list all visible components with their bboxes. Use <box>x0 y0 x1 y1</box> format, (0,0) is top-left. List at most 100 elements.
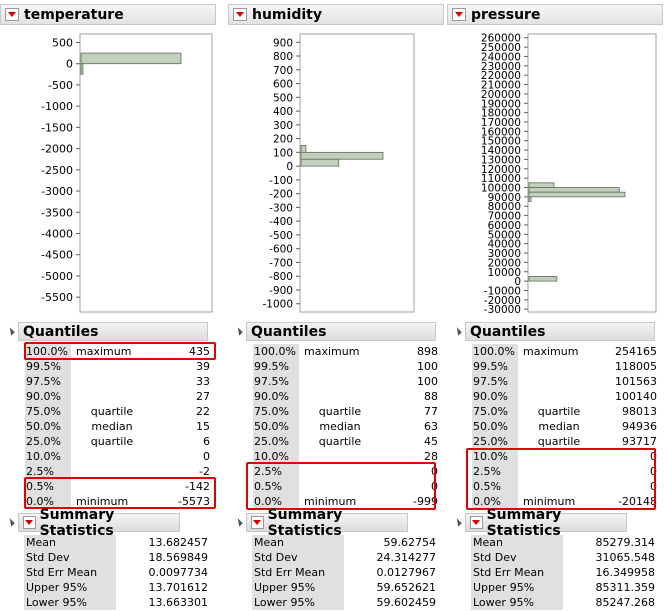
summary-header[interactable]: Summary Statistics <box>453 507 627 539</box>
axis-tick-label: -5000 <box>41 270 73 283</box>
axis-tick-label: 0 <box>66 58 73 71</box>
quantile-value: 6 <box>203 435 210 448</box>
quantile-percent: 99.5% <box>472 359 518 374</box>
quantile-value: 100140 <box>615 390 657 403</box>
summary-label: Std Err Mean <box>252 565 344 580</box>
disclosure-triangle-icon[interactable] <box>234 327 243 336</box>
quantile-percent: 97.5% <box>25 374 71 389</box>
quantile-row: 10.0% 0 <box>471 449 661 464</box>
axis-tick-label: 400 <box>273 106 293 118</box>
quantile-value: 94936 <box>622 420 657 433</box>
quantile-label: quartile <box>90 435 134 448</box>
quantile-percent: 25.0% <box>253 434 299 449</box>
quantile-row: 99.5% 118005 <box>471 359 661 374</box>
quantile-label: quartile <box>537 435 581 448</box>
disclosure-triangle-icon[interactable] <box>234 518 243 527</box>
quantile-row: 97.5% 101563 <box>471 374 661 389</box>
column-humidity: humidity 900 800 700 600 500 400 300 200 100 0 -10… <box>228 0 448 611</box>
variable-title: temperature <box>24 6 124 23</box>
quantiles-header[interactable]: Quantiles <box>234 322 436 341</box>
quantile-label: median <box>91 420 133 433</box>
summary-value: 59.602459 <box>376 596 437 609</box>
summary-row: Std Err Mean 0.0127967 <box>252 565 442 580</box>
quantiles-title: Quantiles <box>470 323 546 340</box>
quantile-row: 2.5% 0 <box>252 464 442 479</box>
red-triangle-menu-icon[interactable] <box>233 8 247 21</box>
variable-header: pressure <box>447 4 663 25</box>
quantile-value: 39 <box>196 360 210 373</box>
disclosure-triangle-icon[interactable] <box>6 327 15 336</box>
red-triangle-menu-icon[interactable] <box>5 8 19 21</box>
summary-value: 13.682457 <box>148 536 209 549</box>
histogram-bar <box>300 151 384 160</box>
axis-tick-label: -500 <box>48 79 73 92</box>
summary-value: 24.314277 <box>376 551 437 564</box>
summary-title: Summary Statistics <box>39 506 115 539</box>
summary-value: 13.663301 <box>148 596 209 609</box>
quantile-value: 28 <box>424 450 438 463</box>
summary-label: Upper 95% Mean <box>471 580 563 609</box>
quantile-row: 25.0% quartile 6 <box>24 434 214 449</box>
histogram-bar <box>300 145 307 153</box>
quantile-row: 2.5% 0 <box>471 464 661 479</box>
axis-tick-label: 500 <box>52 36 73 49</box>
red-triangle-menu-icon[interactable] <box>23 516 36 529</box>
summary-row: Std Dev 18.569849 <box>24 550 214 565</box>
quantiles-table: 100.0% maximum 435 99.5% 39 97.5% 33 90.0% 27 75.… <box>24 344 214 509</box>
quantile-label: quartile <box>318 435 362 448</box>
summary-row: Mean 59.62754 <box>252 535 442 550</box>
quantile-row: 90.0% 88 <box>252 389 442 404</box>
quantile-percent: 2.5% <box>25 464 71 479</box>
disclosure-triangle-icon[interactable] <box>453 327 462 336</box>
quantile-value: 100 <box>417 360 438 373</box>
variable-title: humidity <box>252 6 322 23</box>
axis-tick-label: -1500 <box>41 121 73 134</box>
summary-value: 13.701612 <box>148 581 209 594</box>
variable-header: temperature <box>0 4 216 25</box>
quantile-row: 0.5% 0 <box>252 479 442 494</box>
quantile-label: quartile <box>537 405 581 418</box>
histogram-bar <box>528 187 620 193</box>
quantile-value: 27 <box>196 390 210 403</box>
axis-tick-label: -900 <box>269 285 293 297</box>
summary-row: Mean 85279.314 <box>471 535 661 550</box>
red-triangle-menu-icon[interactable] <box>470 516 483 529</box>
quantile-percent: 2.5% <box>253 464 299 479</box>
summary-row: Std Dev 31065.548 <box>471 550 661 565</box>
summary-header[interactable]: Summary Statistics <box>6 507 180 539</box>
quantile-percent: 25.0% <box>25 434 71 449</box>
quantile-row: 100.0% maximum 254165 <box>471 344 661 359</box>
summary-header[interactable]: Summary Statistics <box>234 507 408 539</box>
axis-tick-label: -2500 <box>41 164 73 177</box>
axis-tick-label: -200 <box>269 189 293 201</box>
disclosure-triangle-icon[interactable] <box>6 518 15 527</box>
red-triangle-menu-icon[interactable] <box>452 8 466 21</box>
axis-tick-label: -800 <box>269 271 293 283</box>
red-triangle-menu-icon[interactable] <box>251 516 264 529</box>
quantile-percent: 10.0% <box>253 449 299 464</box>
plot-frame <box>79 33 213 313</box>
quantile-value: -2 <box>199 465 210 478</box>
quantile-value: 77 <box>424 405 438 418</box>
histogram-bar <box>528 182 555 188</box>
quantile-percent: 50.0% <box>253 419 299 434</box>
quantile-label: quartile <box>318 405 362 418</box>
quantiles-header[interactable]: Quantiles <box>453 322 655 341</box>
axis-tick-label: 100 <box>273 147 293 159</box>
histogram-temperature: 500 0 -500 -1000 -1500 -2000 -2500 -3000 -3500 -4… <box>41 33 213 313</box>
variable-title: pressure <box>471 6 541 23</box>
quantiles-header[interactable]: Quantiles <box>6 322 208 341</box>
summary-row: Lower 95% Mean 59.602459 <box>252 595 442 610</box>
quantile-value: 0 <box>650 450 657 463</box>
quantile-row: 0.5% 0 <box>471 479 661 494</box>
disclosure-triangle-icon[interactable] <box>453 518 462 527</box>
quantile-value: 101563 <box>615 375 657 388</box>
quantile-label: median <box>538 420 580 433</box>
quantile-percent: 99.5% <box>25 359 71 374</box>
summary-row: Upper 95% Mean 85311.359 <box>471 580 661 609</box>
quantile-row: 90.0% 27 <box>24 389 214 404</box>
quantile-label: median <box>319 420 361 433</box>
quantile-value: 0 <box>431 480 438 493</box>
quantile-row: 0.5% -142 <box>24 479 214 494</box>
quantile-value: 254165 <box>615 345 657 358</box>
